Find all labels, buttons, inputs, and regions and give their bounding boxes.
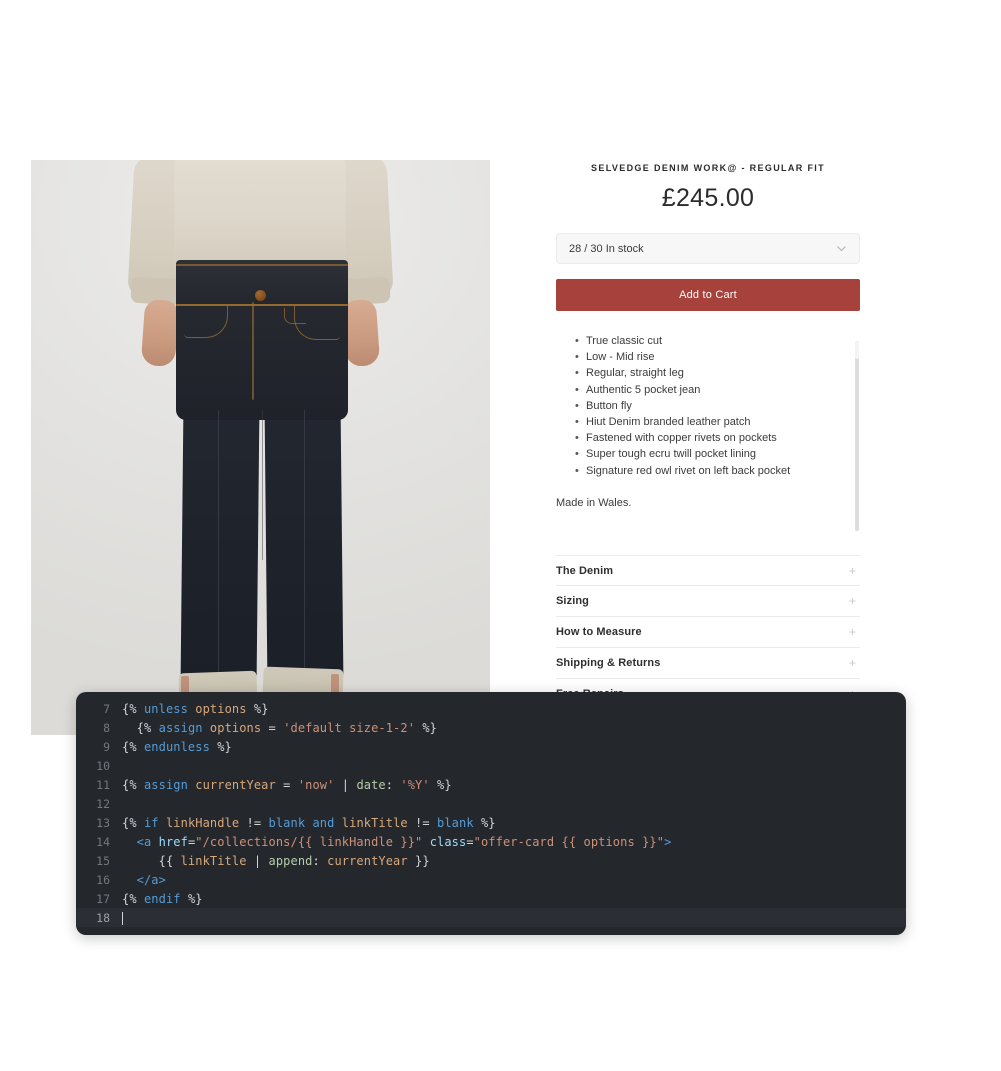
code-line[interactable]: 15 {{ linkTitle | append: currentYear }} [76,851,906,870]
line-number: 8 [103,720,110,735]
description-scrollbar-track[interactable] [855,341,859,531]
variant-select-value: 28 / 30 In stock [569,242,644,255]
code-line[interactable]: 12 [76,794,906,813]
code-line-text: {% unless options %} [122,701,269,716]
code-line-text: {% assign options = 'default size-1-2' %… [136,720,438,735]
accordion-label: Shipping & Returns [556,657,661,669]
feature-item: Button fly [575,398,844,414]
code-line[interactable]: 8 {% assign options = 'default size-1-2'… [76,718,906,737]
code-line-text: {% endunless %} [122,739,232,754]
jeans [176,260,348,681]
plus-icon[interactable]: + [849,657,860,669]
line-number: 11 [96,777,110,792]
code-line-text: {% endif %} [122,891,203,906]
description-scrollbar-thumb[interactable] [855,341,859,359]
feature-item: Authentic 5 pocket jean [575,382,844,398]
plus-icon[interactable]: + [849,595,860,607]
jeans-top-button [255,290,266,301]
feature-item: Fastened with copper rivets on pockets [575,430,844,446]
line-number: 14 [96,834,110,849]
line-number: 7 [103,701,110,716]
code-line[interactable]: 17 {% endif %} [76,889,906,908]
code-line[interactable]: 16 </a> [76,870,906,889]
line-number: 9 [103,739,110,754]
code-line[interactable]: 9 {% endunless %} [76,737,906,756]
jeans-coin-pocket [284,308,306,324]
feature-item: Low - Mid rise [575,349,844,365]
feature-item: True classic cut [575,333,844,349]
line-number: 13 [96,815,110,830]
jeans-seam-right [304,410,305,676]
code-line[interactable]: 14 <a href="/collections/{{ linkHandle }… [76,832,906,851]
accordion-row[interactable]: Sizing + [556,586,860,617]
feature-list: True classic cutLow - Mid riseRegular, s… [556,333,844,479]
line-number: 12 [96,796,110,811]
line-number: 17 [96,891,110,906]
info-accordion: The Denim + Sizing + How to Measure + Shipping… [556,555,860,710]
product-detail-column: SELVEDGE DENIM WORK@ - REGULAR FIT £245.… [556,160,860,710]
code-line-text [122,911,123,925]
plus-icon[interactable]: + [849,626,860,638]
accordion-label: How to Measure [556,626,642,638]
code-line[interactable]: 11 {% assign currentYear = 'now' | date: … [76,775,906,794]
jeans-button-fly [252,302,254,400]
feature-item: Signature red owl rivet on left back poc… [575,463,844,479]
accordion-row[interactable]: How to Measure + [556,617,860,648]
code-line-text: </a> [136,872,166,887]
jeans-inseam [262,410,263,560]
text-cursor [122,911,123,925]
sweater-torso [174,160,346,272]
feature-item: Hiut Denim branded leather patch [575,414,844,430]
model-hand-left [140,298,180,368]
code-line-text: <a href="/collections/{{ linkHandle }}" … [136,834,672,849]
page-root: SELVEDGE DENIM WORK@ - REGULAR FIT £245.… [0,0,1001,1071]
line-number: 10 [96,758,110,773]
product-price: £245.00 [661,184,755,212]
jeans-leg-left [180,409,260,681]
jeans-seam-left [218,410,219,676]
code-line-text: {{ linkTitle | append: currentYear }} [158,853,430,868]
made-in-text: Made in Wales. [556,496,632,509]
code-line[interactable]: 10 [76,756,906,775]
product-image[interactable] [31,160,490,735]
accordion-label: The Denim [556,564,614,577]
feature-item: Regular, straight leg [575,365,844,381]
code-line[interactable]: 7 {% unless options %} [76,699,906,718]
code-editor-lines[interactable]: 7 {% unless options %} 8 {% assign options… [76,692,906,927]
accordion-label: Sizing [556,595,589,607]
line-number: 15 [96,853,110,868]
plus-icon[interactable]: + [849,565,860,577]
product-description: True classic cutLow - Mid riseRegular, s… [556,333,860,533]
code-line[interactable]: 18 [76,908,906,927]
accordion-row[interactable]: The Denim + [556,555,860,586]
chevron-down-icon [837,246,846,252]
code-line-text: {% if linkHandle != blank and linkTitle … [122,815,496,830]
code-editor-panel[interactable]: 7 {% unless options %} 8 {% assign options… [76,692,906,935]
variant-select[interactable]: 28 / 30 In stock [556,233,860,264]
feature-item: Super tough ecru twill pocket lining [575,446,844,462]
line-number: 18 [96,910,110,925]
add-to-cart-button[interactable]: Add to Cart [556,279,860,311]
description-scroll-area[interactable]: True classic cutLow - Mid riseRegular, s… [556,333,860,533]
waistband-top-stitch [176,264,348,266]
code-line[interactable]: 13 {% if linkHandle != blank and linkTitl… [76,813,906,832]
accordion-row[interactable]: Shipping & Returns + [556,648,860,679]
product-title: SELVEDGE DENIM WORK@ - REGULAR FIT [590,163,825,173]
code-line-text: {% assign currentYear = 'now' | date: '%… [122,777,452,792]
line-number: 16 [96,872,110,887]
